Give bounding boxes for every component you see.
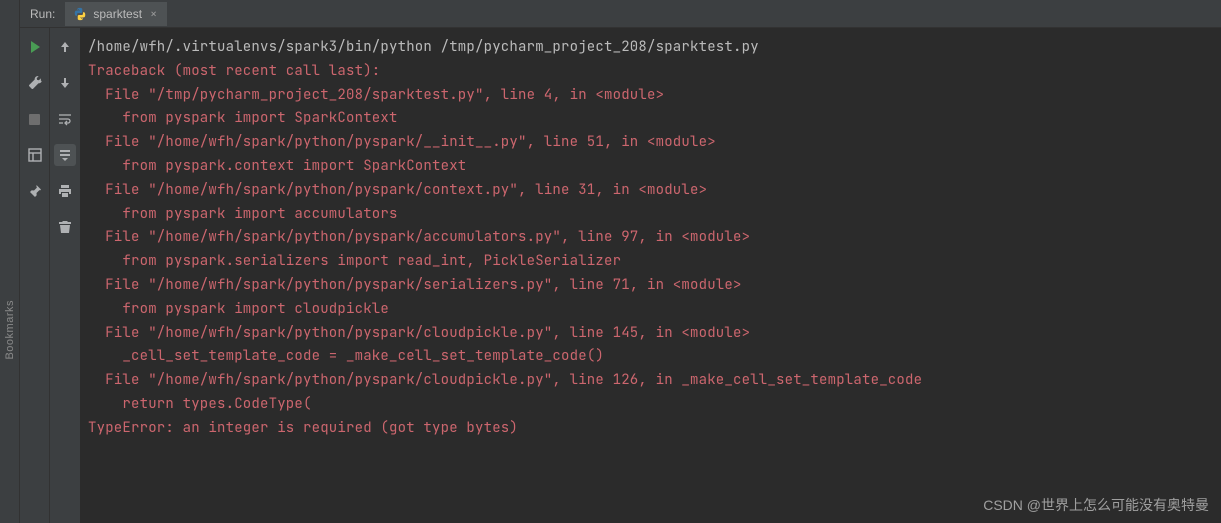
- stop-button[interactable]: [24, 108, 46, 130]
- console-line: File "/home/wfh/spark/python/pyspark/clo…: [88, 322, 1221, 346]
- run-panel: Run: sparktest ×: [20, 0, 1221, 523]
- console-line: Traceback (most recent call last):: [88, 60, 1221, 84]
- soft-wrap-icon[interactable]: [54, 108, 76, 130]
- console-line: File "/home/wfh/spark/python/pyspark/ser…: [88, 274, 1221, 298]
- run-button[interactable]: [24, 36, 46, 58]
- down-arrow-icon[interactable]: [54, 72, 76, 94]
- layout-icon[interactable]: [24, 144, 46, 166]
- console-line: TypeError: an integer is required (got t…: [88, 417, 1221, 441]
- console-line: from pyspark import SparkContext: [88, 107, 1221, 131]
- console-line: File "/home/wfh/spark/python/pyspark/clo…: [88, 369, 1221, 393]
- scroll-to-end-icon[interactable]: [54, 144, 76, 166]
- console-line: return types.CodeType(: [88, 393, 1221, 417]
- console-line: File "/tmp/pycharm_project_208/sparktest…: [88, 84, 1221, 108]
- print-icon[interactable]: [54, 180, 76, 202]
- console-line: File "/home/wfh/spark/python/pyspark/acc…: [88, 226, 1221, 250]
- console-line: from pyspark import cloudpickle: [88, 298, 1221, 322]
- left-gutter: Bookmarks: [0, 0, 20, 523]
- tab-label: sparktest: [93, 7, 142, 21]
- console-line: _cell_set_template_code = _make_cell_set…: [88, 345, 1221, 369]
- content-area: /home/wfh/.virtualenvs/spark3/bin/python…: [20, 28, 1221, 523]
- tab-bar: Run: sparktest ×: [20, 0, 1221, 28]
- run-label: Run:: [20, 7, 65, 21]
- tab-sparktest[interactable]: sparktest ×: [65, 2, 167, 26]
- bookmarks-label[interactable]: Bookmarks: [4, 300, 16, 360]
- python-icon: [73, 7, 87, 21]
- wrench-icon[interactable]: [24, 72, 46, 94]
- toolbar-left: [20, 28, 50, 523]
- console-line: File "/home/wfh/spark/python/pyspark/__i…: [88, 131, 1221, 155]
- trash-icon[interactable]: [54, 216, 76, 238]
- console-line: File "/home/wfh/spark/python/pyspark/con…: [88, 179, 1221, 203]
- console-line: /home/wfh/.virtualenvs/spark3/bin/python…: [88, 36, 1221, 60]
- tab-close-icon[interactable]: ×: [148, 6, 159, 22]
- console-output[interactable]: /home/wfh/.virtualenvs/spark3/bin/python…: [80, 28, 1221, 523]
- up-arrow-icon[interactable]: [54, 36, 76, 58]
- console-line: from pyspark import accumulators: [88, 203, 1221, 227]
- pin-icon[interactable]: [24, 180, 46, 202]
- console-line: from pyspark.context import SparkContext: [88, 155, 1221, 179]
- console-line: from pyspark.serializers import read_int…: [88, 250, 1221, 274]
- toolbar-right: [50, 28, 80, 523]
